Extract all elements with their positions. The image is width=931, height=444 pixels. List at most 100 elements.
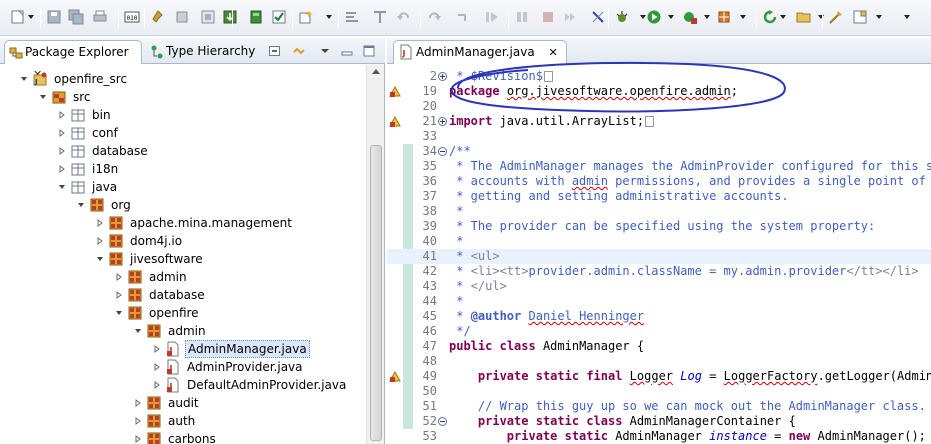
tree-collapsed-icon[interactable] <box>58 147 66 155</box>
fold-expand-icon[interactable] <box>438 117 447 126</box>
maximize-view-icon[interactable] <box>362 44 376 58</box>
tree-collapsed-icon[interactable] <box>58 111 66 119</box>
redo2-icon[interactable] <box>454 9 470 25</box>
dropdown-arrow-icon[interactable] <box>740 15 746 19</box>
resume-icon[interactable] <box>484 9 500 25</box>
new-icon[interactable] <box>10 9 26 25</box>
tree-item[interactable]: J AdminManager.java <box>0 340 366 358</box>
save-all-icon[interactable] <box>68 9 84 25</box>
code-line[interactable]: 36 * accounts with admin permissions, an… <box>387 174 931 189</box>
undo-icon[interactable] <box>396 9 412 25</box>
code-line[interactable]: 43 * </ul> <box>387 279 931 294</box>
dropdown-arrow-icon[interactable] <box>780 15 786 19</box>
code-line[interactable]: 19 package org.jivesoftware.openfire.admi… <box>387 84 931 99</box>
tree-collapsed-icon[interactable] <box>153 363 161 371</box>
dropdown-arrow-icon[interactable] <box>28 15 34 19</box>
tree-item[interactable]: J DefaultAdminProvider.java <box>0 376 366 394</box>
tools-icon[interactable] <box>828 9 844 25</box>
tree-item[interactable]: carbons <box>0 430 366 444</box>
tree-expanded-icon[interactable] <box>134 327 142 335</box>
code-line[interactable]: 50 <box>387 384 931 399</box>
code-line[interactable]: 46 */ <box>387 324 931 339</box>
refresh-icon[interactable] <box>762 9 778 25</box>
tree-item[interactable]: org <box>0 196 366 214</box>
save-icon[interactable] <box>46 9 62 25</box>
tree-expanded-icon[interactable] <box>58 183 66 191</box>
dropdown-arrow-icon[interactable] <box>326 15 332 19</box>
binary-icon[interactable]: 010 <box>124 9 140 25</box>
code-line[interactable]: 37 * getting and setting administrative … <box>387 189 931 204</box>
code-line[interactable]: 35 * The AdminManager manages the AdminP… <box>387 159 931 174</box>
dropdown-arrow-icon[interactable] <box>876 15 882 19</box>
code-line[interactable]: 34 /** <box>387 144 931 159</box>
tree-item[interactable]: conf <box>0 124 366 142</box>
new-class-icon[interactable] <box>298 9 314 25</box>
close-icon[interactable]: ✕ <box>549 46 558 59</box>
tree-expanded-icon[interactable] <box>39 93 47 101</box>
code-line[interactable]: 2 * $Revision$ <box>387 69 931 84</box>
code-line[interactable]: 45 * @author Daniel Henninger <box>387 309 931 324</box>
tree-expanded-icon[interactable] <box>20 75 28 83</box>
tree-item[interactable]: admin <box>0 268 366 286</box>
tab-package-explorer[interactable]: Package Explorer ✕ <box>4 40 142 81</box>
tree-expanded-icon[interactable] <box>115 309 123 317</box>
refactor-icon[interactable] <box>344 9 360 25</box>
dropdown-arrow-icon[interactable] <box>668 15 674 19</box>
run-config-icon[interactable] <box>682 9 698 25</box>
code-line[interactable]: 51 // Wrap this guy up so we can mock ou… <box>387 399 931 414</box>
tree-item[interactable]: admin <box>0 322 366 340</box>
code-line[interactable]: 53 private static AdminManager instance … <box>387 429 931 444</box>
battery-icon[interactable] <box>248 9 264 25</box>
code-line[interactable]: 39 * The provider can be specified using… <box>387 219 931 234</box>
tree-collapsed-icon[interactable] <box>96 219 104 227</box>
tree-item[interactable]: java <box>0 178 366 196</box>
tab-type-hierarchy[interactable]: Type Hierarchy <box>146 40 266 64</box>
tree-collapsed-icon[interactable] <box>96 237 104 245</box>
redo-icon[interactable] <box>426 9 442 25</box>
tab-admin-manager-java[interactable]: J AdminManager.java ✕ <box>393 40 567 64</box>
scrollbar-thumb[interactable] <box>370 145 382 441</box>
code-line[interactable]: 41 * <ul> <box>387 249 931 264</box>
terminate-icon[interactable] <box>540 9 556 25</box>
code-line[interactable]: 47 public class AdminManager { <box>387 339 931 354</box>
tree-item[interactable]: apache.mina.management <box>0 214 366 232</box>
code-line[interactable]: 40 * <box>387 234 931 249</box>
dropdown-arrow-icon[interactable] <box>640 15 646 19</box>
tree-item[interactable]: src <box>0 88 366 106</box>
fold-collapse-icon[interactable] <box>438 147 447 156</box>
tree-collapsed-icon[interactable] <box>115 273 123 281</box>
tree-item[interactable]: audit <box>0 394 366 412</box>
tree-item[interactable]: database <box>0 142 366 160</box>
scroll-up-icon[interactable] <box>372 69 380 74</box>
check-icon[interactable] <box>272 9 288 25</box>
perspective-icon[interactable] <box>852 9 868 25</box>
tree-collapsed-icon[interactable] <box>58 165 66 173</box>
minimize-view-icon[interactable] <box>340 44 354 58</box>
tree-collapsed-icon[interactable] <box>134 399 142 407</box>
print-icon[interactable] <box>92 9 108 25</box>
run-icon[interactable] <box>646 9 662 25</box>
tree-item[interactable]: jivesoftware <box>0 250 366 268</box>
dropdown-arrow-icon[interactable] <box>904 15 910 19</box>
fold-collapse-icon[interactable] <box>438 417 447 426</box>
pin-icon[interactable] <box>150 9 166 25</box>
tree-expanded-icon[interactable] <box>77 201 85 209</box>
code-line[interactable]: 49 private static final Logger Log = Log… <box>387 369 931 384</box>
tree-item[interactable]: openfire <box>0 304 366 322</box>
code-line[interactable]: 44 * <box>387 294 931 309</box>
suspend-icon[interactable] <box>514 9 530 25</box>
tree-collapsed-icon[interactable] <box>115 291 123 299</box>
code-area[interactable]: 2 * $Revision$ 19 package org.jivesoftware… <box>387 65 931 444</box>
step-icon[interactable] <box>562 9 578 25</box>
dropdown-arrow-icon[interactable] <box>704 15 710 19</box>
stop-icon[interactable] <box>174 9 190 25</box>
code-line[interactable]: 21 import java.util.ArrayList; <box>387 114 931 129</box>
tree-collapsed-icon[interactable] <box>134 435 142 443</box>
build-icon[interactable] <box>716 9 732 25</box>
code-line[interactable]: 33 <box>387 129 931 144</box>
dropdown-arrow-icon[interactable] <box>818 15 824 19</box>
tree-item[interactable]: dom4j.io <box>0 232 366 250</box>
fold-expand-icon[interactable] <box>438 72 447 81</box>
debug-icon[interactable] <box>614 9 630 25</box>
tree-collapsed-icon[interactable] <box>153 381 161 389</box>
